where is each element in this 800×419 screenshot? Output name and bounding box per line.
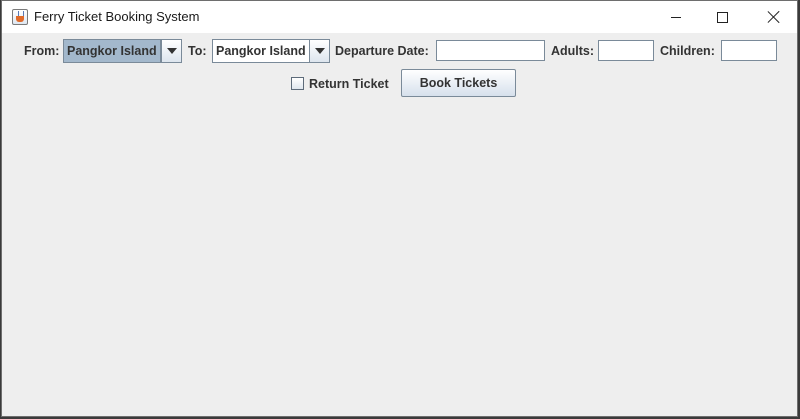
return-ticket-checkbox[interactable] [291,77,304,90]
book-tickets-button[interactable]: Book Tickets [401,69,516,97]
chevron-down-icon [166,48,177,54]
adults-field[interactable] [598,40,654,61]
minimize-icon [671,16,681,18]
booking-form: From: Pangkor Island To: Pangkor Island … [2,33,797,416]
chevron-down-icon [314,48,325,54]
from-label: From: [24,44,60,58]
children-label: Children: [660,44,715,58]
maximize-button[interactable] [699,1,745,33]
to-selected-value: Pangkor Island [216,44,306,58]
from-combobox[interactable]: Pangkor Island [63,39,182,63]
to-label: To: [188,44,207,58]
from-dropdown-button[interactable] [161,40,181,62]
return-ticket-label[interactable]: Return Ticket [309,77,389,91]
java-cup-icon [12,9,28,25]
maximize-icon [716,11,728,23]
title-bar[interactable]: Ferry Ticket Booking System [2,1,797,33]
app-window: Ferry Ticket Booking System From: Pangko… [1,0,798,417]
minimize-button[interactable] [653,1,699,33]
children-field[interactable] [721,40,777,61]
window-title: Ferry Ticket Booking System [34,9,200,24]
close-button[interactable] [751,1,797,33]
from-selected-value: Pangkor Island [64,40,161,62]
departure-date-field[interactable] [436,40,545,61]
to-dropdown-button[interactable] [309,40,329,62]
departure-date-label: Departure Date: [335,44,429,58]
adults-label: Adults: [551,44,595,58]
to-combobox[interactable]: Pangkor Island [212,39,330,63]
close-icon [768,11,780,23]
